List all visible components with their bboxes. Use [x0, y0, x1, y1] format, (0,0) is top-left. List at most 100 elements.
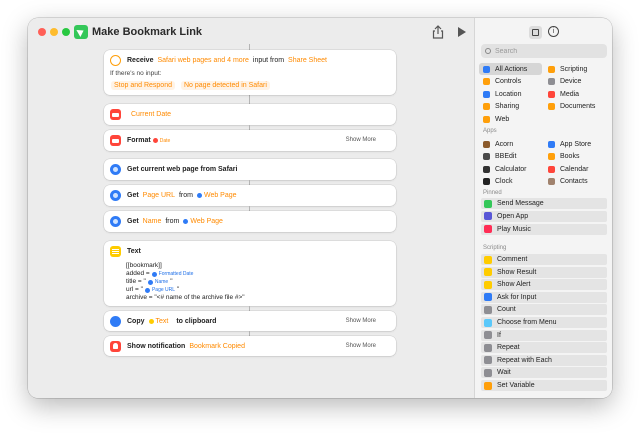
current-date-token[interactable]: Current Date: [131, 111, 171, 118]
get-current-page-row: Get current web page from Safari: [110, 164, 237, 175]
apps-section-label: Apps: [483, 128, 497, 134]
search-icon: [485, 48, 491, 54]
category-controls-icon: [483, 78, 490, 86]
scripting-show-result-icon: [484, 268, 492, 277]
page-url-variable[interactable]: Page URL: [144, 286, 175, 294]
copy-label: Copy: [127, 318, 145, 325]
minimize-button[interactable]: [50, 28, 58, 36]
text-action[interactable]: Text [[bookmark]] added = Formatted Date…: [104, 241, 396, 306]
category-documents[interactable]: Documents: [544, 101, 599, 113]
run-icon[interactable]: [458, 27, 466, 37]
pinned-open-app-icon: [484, 212, 492, 221]
category-documents-icon: [548, 103, 555, 111]
app-books[interactable]: Books: [544, 151, 583, 163]
format-label: Format: [127, 137, 151, 144]
category-sharing-icon: [483, 103, 490, 111]
scripting-wait[interactable]: Wait: [481, 367, 607, 379]
scripting-if-icon: [484, 331, 492, 340]
window-title[interactable]: Make Bookmark Link: [92, 26, 202, 38]
info-icon[interactable]: i: [548, 26, 559, 37]
zoom-button[interactable]: [62, 28, 70, 36]
category-web[interactable]: Web: [479, 113, 513, 125]
from-label: from: [178, 192, 193, 199]
category-media-icon: [548, 90, 555, 98]
category-scripting[interactable]: Scripting: [544, 63, 591, 75]
name-variable[interactable]: Name: [147, 278, 168, 286]
app-acorn[interactable]: Acorn: [479, 138, 517, 150]
scripting-choose-from-menu-icon: [484, 318, 492, 327]
pinned-send-message[interactable]: Send Message: [481, 198, 607, 209]
format-date-action[interactable]: Format Date Show More: [104, 130, 396, 151]
shortcut-icon[interactable]: [74, 25, 88, 39]
show-more-button[interactable]: Show More: [346, 318, 376, 324]
action-library-icon[interactable]: [529, 26, 542, 39]
app-bbedit[interactable]: BBEdit: [479, 151, 520, 163]
scripting-repeat[interactable]: Repeat: [481, 342, 607, 354]
search-field[interactable]: [481, 44, 607, 58]
input-from-label: input from: [252, 57, 285, 64]
get-current-page-action[interactable]: Get current web page from Safari: [104, 159, 396, 180]
app-clock[interactable]: Clock: [479, 176, 517, 188]
app-calendar[interactable]: Calendar: [544, 163, 592, 175]
app-clock-icon: [483, 178, 490, 186]
category-controls[interactable]: Controls: [479, 76, 525, 88]
formatted-date-variable[interactable]: Formatted Date: [151, 270, 193, 278]
category-device[interactable]: Device: [544, 76, 585, 88]
scripting-comment[interactable]: Comment: [481, 254, 607, 265]
app-contacts[interactable]: Contacts: [544, 176, 592, 188]
current-date-action[interactable]: Current Date: [104, 104, 396, 125]
notification-row: Show notification Bookmark Copied: [110, 341, 249, 352]
get-label: Get: [127, 192, 139, 199]
web-page-variable[interactable]: Web Page: [183, 218, 223, 225]
scripting-set-variable[interactable]: Set Variable: [481, 380, 607, 391]
no-input-action-token[interactable]: Stop and Respond: [111, 81, 175, 90]
name-token[interactable]: Name: [143, 218, 162, 225]
show-more-button[interactable]: Show More: [346, 343, 376, 349]
get-name-row: Get Name from Web Page: [110, 216, 225, 227]
web-page-variable[interactable]: Web Page: [196, 192, 237, 199]
close-button[interactable]: [38, 28, 46, 36]
scripting-count[interactable]: Count: [481, 304, 607, 316]
input-types-token[interactable]: Safari web pages and 4 more: [157, 57, 248, 64]
app-app-store[interactable]: App Store: [544, 138, 595, 150]
notification-token[interactable]: Bookmark Copied: [189, 343, 245, 350]
pinned-open-app[interactable]: Open App: [481, 210, 607, 222]
safari-icon: [110, 164, 121, 175]
app-calculator[interactable]: Calculator: [479, 163, 531, 175]
clipboard-icon: [110, 316, 121, 327]
text-body[interactable]: [[bookmark]] added = Formatted Date titl…: [126, 262, 245, 302]
receive-row: Receive Safari web pages and 4 more inpu…: [110, 55, 331, 66]
editor-pane: Make Bookmark Link Receive Safari web pa…: [28, 18, 474, 398]
source-token[interactable]: Share Sheet: [288, 57, 327, 64]
date-variable[interactable]: Date: [152, 138, 170, 144]
copy-action[interactable]: Copy Text to clipboard Show More: [104, 311, 396, 331]
safari-icon: [110, 216, 121, 227]
category-location[interactable]: Location: [479, 88, 525, 100]
search-input[interactable]: [495, 47, 595, 55]
app-app-store-icon: [548, 140, 555, 148]
category-sharing[interactable]: Sharing: [479, 101, 523, 113]
get-url-action[interactable]: Get Page URL from Web Page: [104, 185, 396, 206]
text-label: Text: [127, 248, 141, 255]
receive-action[interactable]: Receive Safari web pages and 4 more inpu…: [104, 50, 396, 95]
no-input-message-token[interactable]: No page detected in Safari: [181, 81, 270, 90]
copy-row: Copy Text to clipboard: [110, 316, 216, 327]
app-calculator-icon: [483, 165, 490, 173]
pinned-play-music[interactable]: Play Music: [481, 223, 607, 235]
notification-action[interactable]: Show notification Bookmark Copied Show M…: [104, 336, 396, 356]
category-all-actions[interactable]: All Actions: [479, 63, 542, 75]
scripting-show-result[interactable]: Show Result: [481, 266, 607, 278]
page-url-token[interactable]: Page URL: [143, 192, 175, 199]
scripting-if[interactable]: If: [481, 329, 607, 341]
category-media[interactable]: Media: [544, 88, 583, 100]
scripting-show-alert[interactable]: Show Alert: [481, 279, 607, 291]
text-variable[interactable]: Text: [148, 318, 168, 325]
titlebar: Make Bookmark Link: [28, 18, 474, 46]
get-name-action[interactable]: Get Name from Web Page: [104, 211, 396, 232]
receive-icon: [110, 55, 121, 66]
scripting-repeat-with-each[interactable]: Repeat with Each: [481, 354, 607, 366]
scripting-choose-from-menu[interactable]: Choose from Menu: [481, 317, 607, 328]
show-more-button[interactable]: Show More: [346, 137, 376, 143]
scripting-ask-for-input[interactable]: Ask for Input: [481, 291, 607, 303]
share-icon[interactable]: [432, 25, 444, 39]
